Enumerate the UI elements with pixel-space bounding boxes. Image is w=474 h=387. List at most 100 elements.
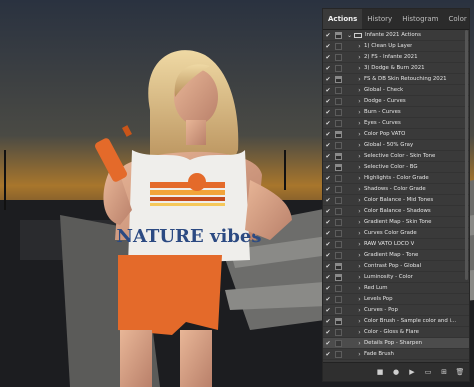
scrollbar[interactable] xyxy=(465,30,468,280)
tab-actions[interactable]: Actions xyxy=(323,9,363,29)
check-icon[interactable]: ✔ xyxy=(323,307,333,314)
check-icon[interactable]: ✔ xyxy=(323,340,333,347)
dialog-toggle-icon[interactable] xyxy=(335,251,342,259)
check-icon[interactable]: ✔ xyxy=(323,32,333,39)
chevron-right-icon[interactable]: › xyxy=(355,219,364,226)
check-icon[interactable]: ✔ xyxy=(323,318,333,325)
action-row[interactable]: ✔ › Eyes - Curves xyxy=(323,118,469,129)
dialog-toggle-icon[interactable] xyxy=(335,240,342,248)
chevron-right-icon[interactable]: › xyxy=(355,43,364,50)
action-row[interactable]: ✔ › Selective Color - BG xyxy=(323,162,469,173)
check-icon[interactable]: ✔ xyxy=(323,351,333,358)
action-set-row[interactable]: ✔ ⌄ Infante 2021 Actions xyxy=(323,30,469,41)
new-set-icon[interactable]: ▭ xyxy=(423,367,433,377)
action-row[interactable]: ✔ › Curves Color Grade xyxy=(323,228,469,239)
check-icon[interactable]: ✔ xyxy=(323,197,333,204)
tab-history[interactable]: History xyxy=(362,9,397,29)
dialog-toggle-icon[interactable] xyxy=(335,75,342,83)
action-row[interactable]: ✔ › Burn - Curves xyxy=(323,107,469,118)
check-icon[interactable]: ✔ xyxy=(323,252,333,259)
chevron-right-icon[interactable]: › xyxy=(355,263,364,270)
dialog-toggle-icon[interactable] xyxy=(335,141,342,149)
check-icon[interactable]: ✔ xyxy=(323,65,333,72)
dialog-toggle-icon[interactable] xyxy=(335,31,342,39)
dialog-toggle-icon[interactable] xyxy=(335,317,342,325)
chevron-right-icon[interactable]: › xyxy=(355,296,364,303)
chevron-right-icon[interactable]: › xyxy=(355,175,364,182)
tab-color[interactable]: Color xyxy=(444,9,472,29)
chevron-right-icon[interactable]: › xyxy=(355,351,364,358)
action-row[interactable]: ✔ › Contrast Pop - Global xyxy=(323,261,469,272)
dialog-toggle-icon[interactable] xyxy=(335,328,342,336)
dialog-toggle-icon[interactable] xyxy=(335,218,342,226)
action-row[interactable]: ✔ › Fade Brush xyxy=(323,349,469,360)
action-row[interactable]: ✔ › Dodge - Curves xyxy=(323,96,469,107)
check-icon[interactable]: ✔ xyxy=(323,230,333,237)
dialog-toggle-icon[interactable] xyxy=(335,97,342,105)
check-icon[interactable]: ✔ xyxy=(323,153,333,160)
chevron-right-icon[interactable]: › xyxy=(355,252,364,259)
action-row[interactable]: ✔ › Levels Pop xyxy=(323,294,469,305)
check-icon[interactable]: ✔ xyxy=(323,164,333,171)
action-row[interactable]: ✔ › Gradient Map - Skin Tone xyxy=(323,217,469,228)
check-icon[interactable]: ✔ xyxy=(323,54,333,61)
chevron-right-icon[interactable]: › xyxy=(355,54,364,61)
chevron-right-icon[interactable]: › xyxy=(355,98,364,105)
chevron-right-icon[interactable]: › xyxy=(355,131,364,138)
chevron-right-icon[interactable]: › xyxy=(355,87,364,94)
dialog-toggle-icon[interactable] xyxy=(335,86,342,94)
dialog-toggle-icon[interactable] xyxy=(335,64,342,72)
action-row[interactable]: ✔ › Color Balance - Mid Tones xyxy=(323,195,469,206)
chevron-right-icon[interactable]: › xyxy=(355,120,364,127)
dialog-toggle-icon[interactable] xyxy=(335,306,342,314)
check-icon[interactable]: ✔ xyxy=(323,186,333,193)
check-icon[interactable]: ✔ xyxy=(323,109,333,116)
action-row[interactable]: ✔ › Highlights - Color Grade xyxy=(323,173,469,184)
action-row[interactable]: ✔ › Red Lum xyxy=(323,283,469,294)
chevron-right-icon[interactable]: › xyxy=(355,109,364,116)
chevron-right-icon[interactable]: › xyxy=(355,340,364,347)
check-icon[interactable]: ✔ xyxy=(323,241,333,248)
new-action-icon[interactable]: ⊞ xyxy=(439,367,449,377)
dialog-toggle-icon[interactable] xyxy=(335,273,342,281)
chevron-right-icon[interactable]: › xyxy=(355,329,364,336)
action-row[interactable]: ✔ › Global - Check xyxy=(323,85,469,96)
chevron-right-icon[interactable]: › xyxy=(355,307,364,314)
chevron-right-icon[interactable]: › xyxy=(355,208,364,215)
check-icon[interactable]: ✔ xyxy=(323,296,333,303)
dialog-toggle-icon[interactable] xyxy=(335,229,342,237)
action-row[interactable]: ✔ › Selective Color - Skin Tone xyxy=(323,151,469,162)
chevron-right-icon[interactable]: › xyxy=(355,285,364,292)
check-icon[interactable]: ✔ xyxy=(323,274,333,281)
chevron-right-icon[interactable]: › xyxy=(355,186,364,193)
action-row[interactable]: ✔ › FS & DB Skin Retouching 2021 xyxy=(323,74,469,85)
chevron-right-icon[interactable]: › xyxy=(355,153,364,160)
action-row[interactable]: ✔ › Luminosity - Color xyxy=(323,272,469,283)
check-icon[interactable]: ✔ xyxy=(323,131,333,138)
dialog-toggle-icon[interactable] xyxy=(335,350,342,358)
chevron-right-icon[interactable]: › xyxy=(355,318,364,325)
check-icon[interactable]: ✔ xyxy=(323,120,333,127)
chevron-right-icon[interactable]: › xyxy=(355,230,364,237)
chevron-right-icon[interactable]: › xyxy=(355,241,364,248)
action-row[interactable]: ✔ › Global - 50% Gray xyxy=(323,140,469,151)
dialog-toggle-icon[interactable] xyxy=(335,130,342,138)
check-icon[interactable]: ✔ xyxy=(323,43,333,50)
chevron-right-icon[interactable]: › xyxy=(355,274,364,281)
action-row[interactable]: ✔ › 2) FS - Infante 2021 xyxy=(323,52,469,63)
dialog-toggle-icon[interactable] xyxy=(335,284,342,292)
check-icon[interactable]: ✔ xyxy=(323,98,333,105)
action-row[interactable]: ✔ › Color - Gloss & Flare xyxy=(323,327,469,338)
check-icon[interactable]: ✔ xyxy=(323,142,333,149)
chevron-down-icon[interactable]: ⌄ xyxy=(345,32,354,39)
action-row[interactable]: ✔ › Curves - Pop xyxy=(323,305,469,316)
check-icon[interactable]: ✔ xyxy=(323,329,333,336)
check-icon[interactable]: ✔ xyxy=(323,175,333,182)
dialog-toggle-icon[interactable] xyxy=(335,207,342,215)
action-row[interactable]: ✔ › Gradient Map - Tone xyxy=(323,250,469,261)
chevron-right-icon[interactable]: › xyxy=(355,197,364,204)
check-icon[interactable]: ✔ xyxy=(323,285,333,292)
action-row[interactable]: ✔ › Color Pop VATO xyxy=(323,129,469,140)
dialog-toggle-icon[interactable] xyxy=(335,295,342,303)
dialog-toggle-icon[interactable] xyxy=(335,185,342,193)
